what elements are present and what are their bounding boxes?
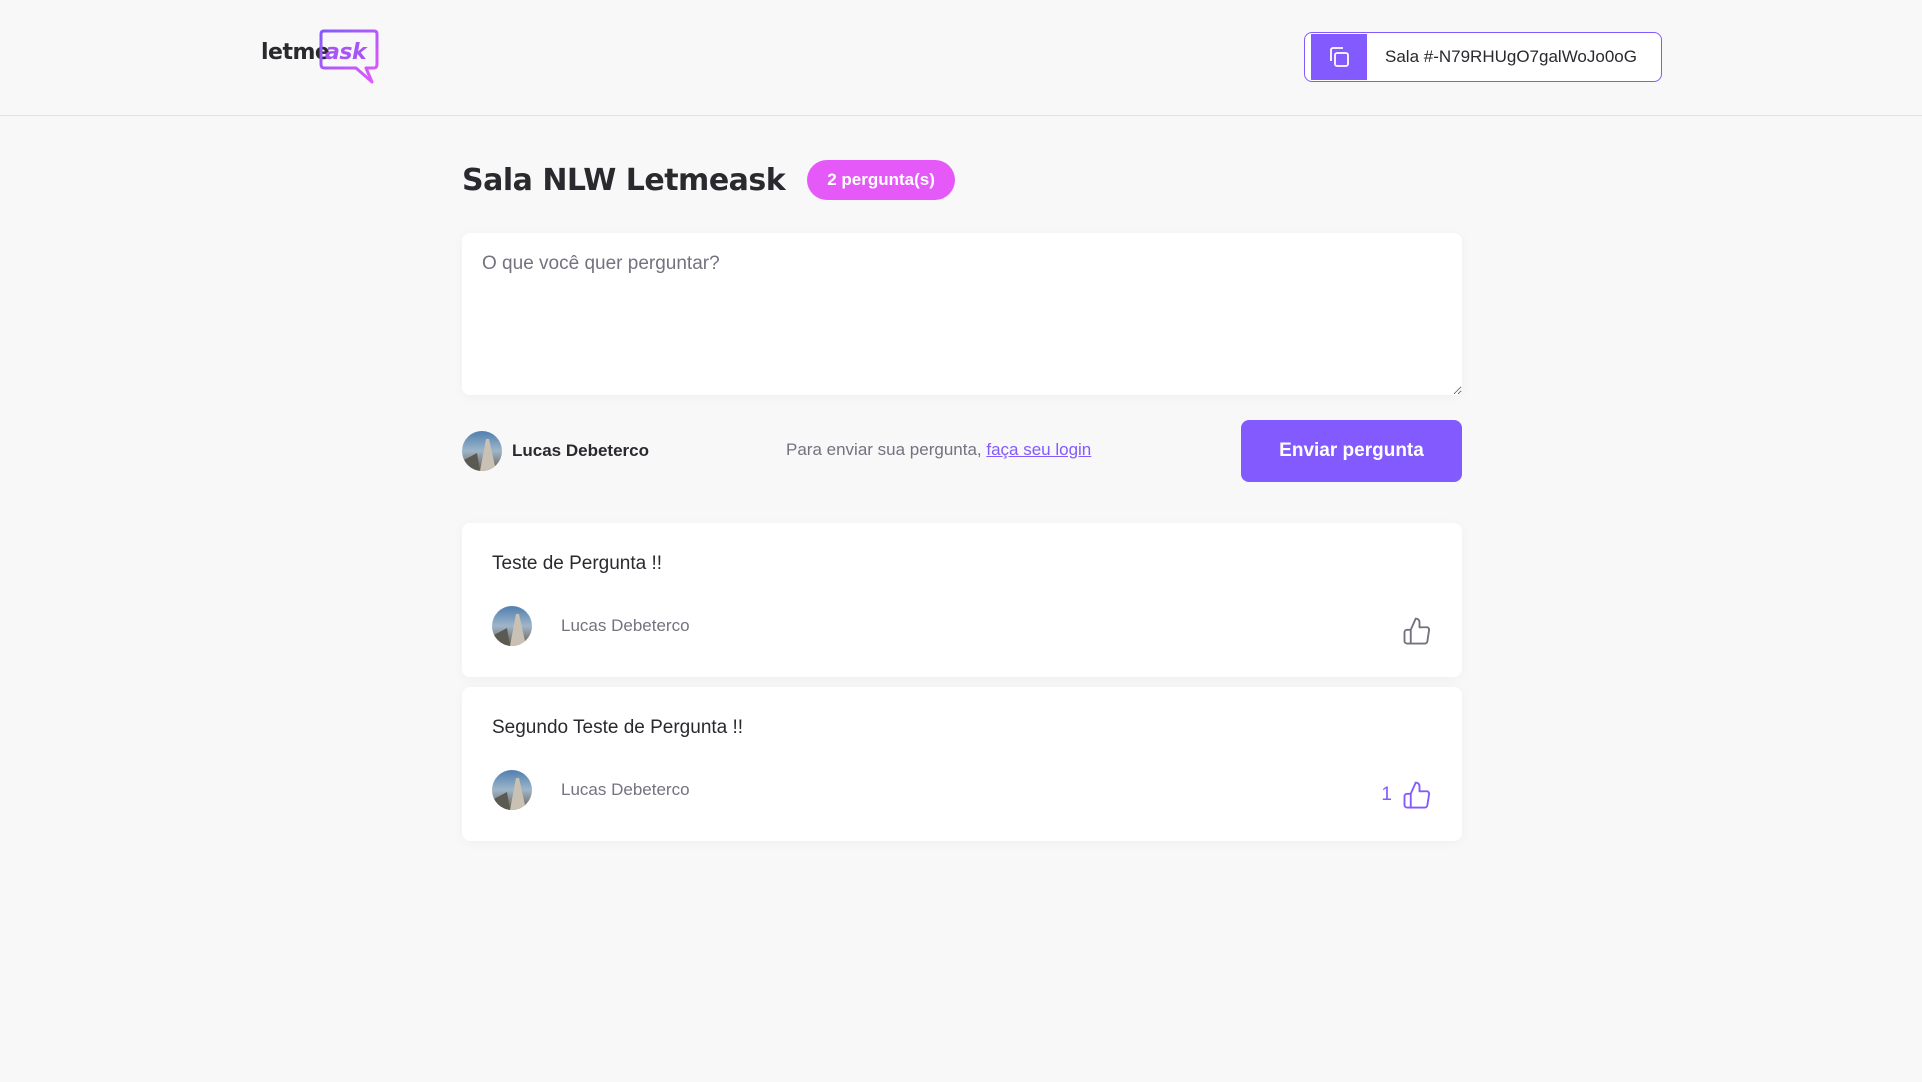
question-count-badge: 2 pergunta(s) [807, 160, 955, 200]
submit-question-button[interactable]: Enviar pergunta [1241, 420, 1462, 482]
form-footer: Lucas Debeterco Para enviar sua pergunta… [462, 420, 1462, 482]
thumbs-up-icon [1403, 617, 1431, 645]
logo-accent-text: ask [325, 40, 367, 65]
question-card: Segundo Teste de Pergunta !! Lucas Debet… [462, 687, 1462, 841]
question-content: Teste de Pergunta !! [492, 553, 663, 574]
login-message-prefix: Para enviar sua pergunta, [786, 440, 987, 459]
copy-icon [1311, 34, 1367, 80]
question-author-name: Lucas Debeterco [561, 616, 690, 635]
copy-room-code-button[interactable]: Sala #-N79RHUgO7galWoJo0oG [1304, 32, 1662, 82]
avatar [492, 606, 532, 646]
current-user-name: Lucas Debeterco [512, 441, 649, 460]
question-author-name: Lucas Debeterco [561, 780, 690, 799]
login-message: Para enviar sua pergunta, faça seu login [786, 440, 1091, 460]
avatar [462, 431, 502, 471]
room-title-row: Sala NLW Letmeask 2 pergunta(s) [462, 160, 955, 200]
room-code-label: Sala #-N79RHUgO7galWoJo0oG [1385, 47, 1637, 66]
like-button[interactable] [1392, 606, 1432, 646]
letmeask-logo[interactable]: letme ask [261, 28, 381, 86]
question-author: Lucas Debeterco [492, 770, 690, 810]
login-link[interactable]: faça seu login [986, 440, 1091, 459]
question-author: Lucas Debeterco [492, 606, 690, 646]
avatar [492, 770, 532, 810]
current-user-info: Lucas Debeterco [462, 431, 649, 471]
question-card: Teste de Pergunta !! Lucas Debeterco [462, 523, 1462, 677]
question-footer: Lucas Debeterco [492, 606, 1432, 646]
like-count: 1 [1381, 784, 1392, 805]
room-title: Sala NLW Letmeask [462, 162, 786, 198]
question-footer: Lucas Debeterco 1 [492, 770, 1432, 810]
question-content: Segundo Teste de Pergunta !! [492, 717, 744, 738]
question-input[interactable] [462, 233, 1462, 395]
page-header: letme ask Sala #-N79RHUgO7galWoJo0oG [0, 0, 1922, 116]
like-button[interactable]: 1 [1381, 770, 1432, 810]
thumbs-up-icon [1403, 781, 1431, 809]
